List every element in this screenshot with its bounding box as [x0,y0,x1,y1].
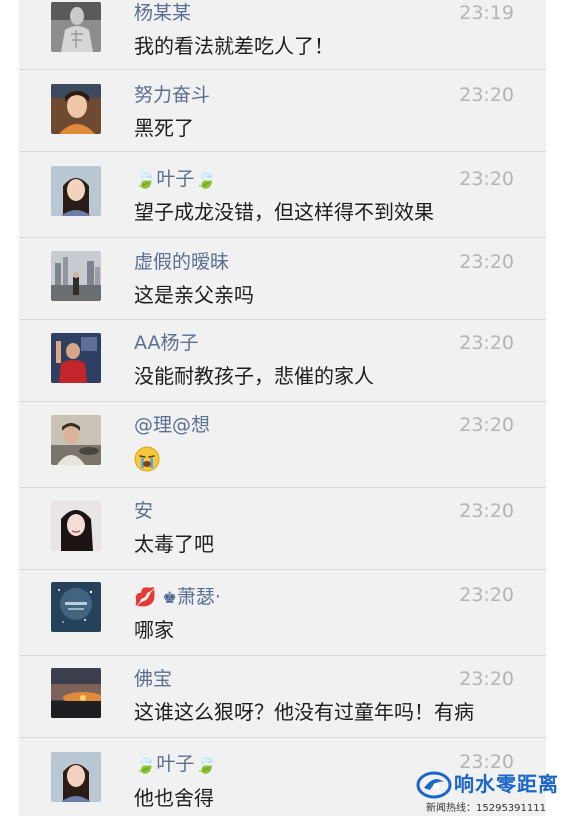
comment-time: 23:20 [459,500,514,522]
comment-time: 23:20 [459,251,514,273]
lips-icon: 💋 [134,587,157,608]
commenter-name[interactable]: AA杨子 [134,330,199,356]
avatar-starry-sky[interactable] [51,582,101,632]
comment-time: 23:20 [459,668,514,690]
watermark: 响水零距离 新闻热线：15295391111 [404,766,564,816]
comment-time: 23:20 [459,332,514,354]
avatar-girl[interactable] [51,752,101,802]
commenter-name[interactable]: 虚假的暧昧 [134,249,229,275]
crown-icon: ♚ [162,588,177,607]
commenter-name[interactable]: 🍃叶子🍃 [134,166,217,192]
avatar-city-skyline[interactable] [51,251,101,301]
comment-text: 这是亲父亲吗 [134,283,254,307]
commenter-name-text: 叶子 [156,168,195,190]
commenter-name[interactable]: 🍃叶子🍃 [134,751,217,777]
avatar-girl[interactable] [51,166,101,216]
comment-text: 哪家 [134,618,174,642]
avatar-woman[interactable] [51,84,101,134]
avatar-man-red-shirt[interactable] [51,333,101,383]
comment-text: 这谁这么狠呀？他没有过童年吗！有病 [134,700,474,724]
comment-text: 我的看法就差吃人了！ [134,34,334,58]
comment-time: 23:20 [459,584,514,606]
commenter-name[interactable]: @理@想 [134,412,210,438]
comment-text: 望子成龙没错，但这样得不到效果 [134,200,434,224]
commenter-name[interactable]: 努力奋斗 [134,82,210,108]
comment-time: 23:20 [459,414,514,436]
watermark-subtitle: 新闻热线：15295391111 [426,803,546,814]
commenter-name[interactable]: 杨某某 [134,0,191,26]
leaf-icon: 🍃 [194,754,217,775]
commenter-name[interactable]: 💋 ♚萧瑟· [134,584,221,610]
comment-time: 23:20 [459,168,514,190]
leaf-icon: 🍃 [134,169,157,190]
crying-face-emoji-icon [134,446,160,472]
comment-time: 23:20 [459,84,514,106]
avatar-sunset[interactable] [51,668,101,718]
comment-time: 23:19 [459,2,514,24]
commenter-name-text: 叶子 [156,753,195,775]
comment-text: 黑死了 [134,116,194,140]
avatar-woman-dark-hair[interactable] [51,501,101,551]
comment-text: 太毒了吧 [134,532,214,556]
leaf-icon: 🍃 [194,169,217,190]
avatar-driver[interactable] [51,415,101,465]
swirl-logo-icon [416,770,452,800]
comment-text: 他也舍得 [134,786,214,810]
watermark-title: 响水零距离 [454,772,559,796]
commenter-name[interactable]: 佛宝 [134,666,172,692]
comment-text: 没能耐教孩子，悲催的家人 [134,364,374,388]
commenter-name-text: 萧瑟· [176,586,221,608]
avatar-shirtless-man[interactable] [51,2,101,52]
leaf-icon: 🍃 [134,754,157,775]
commenter-name[interactable]: 安 [134,498,153,524]
